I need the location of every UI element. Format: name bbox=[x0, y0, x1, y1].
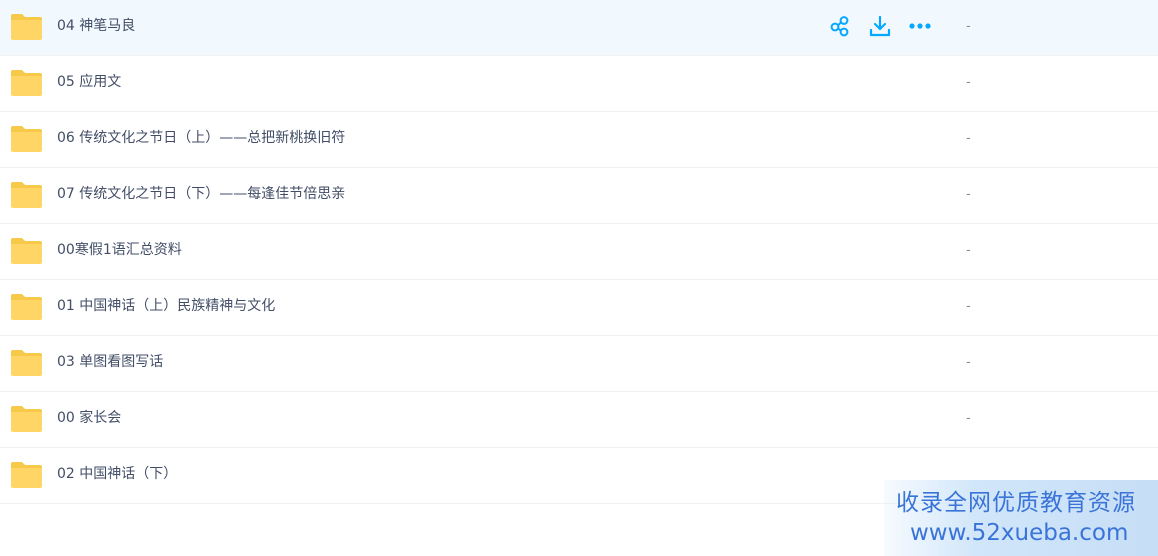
file-name[interactable]: 05 应用文 bbox=[57, 56, 121, 109]
file-size: - bbox=[966, 299, 971, 314]
file-size: - bbox=[966, 75, 971, 90]
file-name[interactable]: 01 中国神话（上）民族精神与文化 bbox=[57, 280, 275, 333]
file-size: - bbox=[966, 131, 971, 146]
file-row[interactable]: 04 神笔马良 - bbox=[0, 0, 1158, 56]
file-size: - bbox=[966, 243, 971, 258]
folder-icon bbox=[11, 238, 42, 264]
folder-icon bbox=[11, 70, 42, 96]
file-size: - bbox=[966, 187, 971, 202]
file-name[interactable]: 06 传统文化之节日（上）——总把新桃换旧符 bbox=[57, 112, 345, 165]
folder-icon bbox=[11, 462, 42, 488]
file-size: - bbox=[966, 411, 971, 426]
folder-icon bbox=[11, 294, 42, 320]
watermark-url: www.52xueba.com bbox=[910, 520, 1129, 546]
folder-icon bbox=[11, 126, 42, 152]
folder-icon bbox=[11, 350, 42, 376]
file-name[interactable]: 00 家长会 bbox=[57, 392, 121, 445]
share-icon[interactable] bbox=[828, 14, 852, 38]
download-icon[interactable] bbox=[868, 14, 892, 38]
file-row[interactable]: 00寒假1语汇总资料 - bbox=[0, 224, 1158, 280]
file-size: - bbox=[966, 355, 971, 370]
file-row[interactable]: 07 传统文化之节日（下）——每逢佳节倍思亲 - bbox=[0, 168, 1158, 224]
file-name[interactable]: 04 神笔马良 bbox=[57, 0, 135, 53]
file-row[interactable]: 01 中国神话（上）民族精神与文化 - bbox=[0, 280, 1158, 336]
watermark-slogan: 收录全网优质教育资源 bbox=[896, 490, 1136, 516]
file-name[interactable]: 02 中国神话（下） bbox=[57, 448, 177, 501]
file-size: - bbox=[966, 19, 971, 34]
file-row[interactable]: 03 单图看图写话 - bbox=[0, 336, 1158, 392]
watermark-banner: 收录全网优质教育资源 www.52xueba.com bbox=[884, 480, 1158, 556]
file-name[interactable]: 03 单图看图写话 bbox=[57, 336, 163, 389]
file-row[interactable]: 00 家长会 - bbox=[0, 392, 1158, 448]
folder-icon bbox=[11, 182, 42, 208]
file-row[interactable]: 05 应用文 - bbox=[0, 56, 1158, 112]
folder-icon bbox=[11, 406, 42, 432]
file-name[interactable]: 00寒假1语汇总资料 bbox=[57, 224, 182, 277]
file-list: 04 神笔马良 - 05 应用文 - 06 传统文化之节日（上）——总把新桃换旧… bbox=[0, 0, 1158, 504]
more-icon[interactable] bbox=[908, 14, 932, 38]
file-row[interactable]: 06 传统文化之节日（上）——总把新桃换旧符 - bbox=[0, 112, 1158, 168]
file-name[interactable]: 07 传统文化之节日（下）——每逢佳节倍思亲 bbox=[57, 168, 345, 221]
folder-icon bbox=[11, 14, 42, 40]
